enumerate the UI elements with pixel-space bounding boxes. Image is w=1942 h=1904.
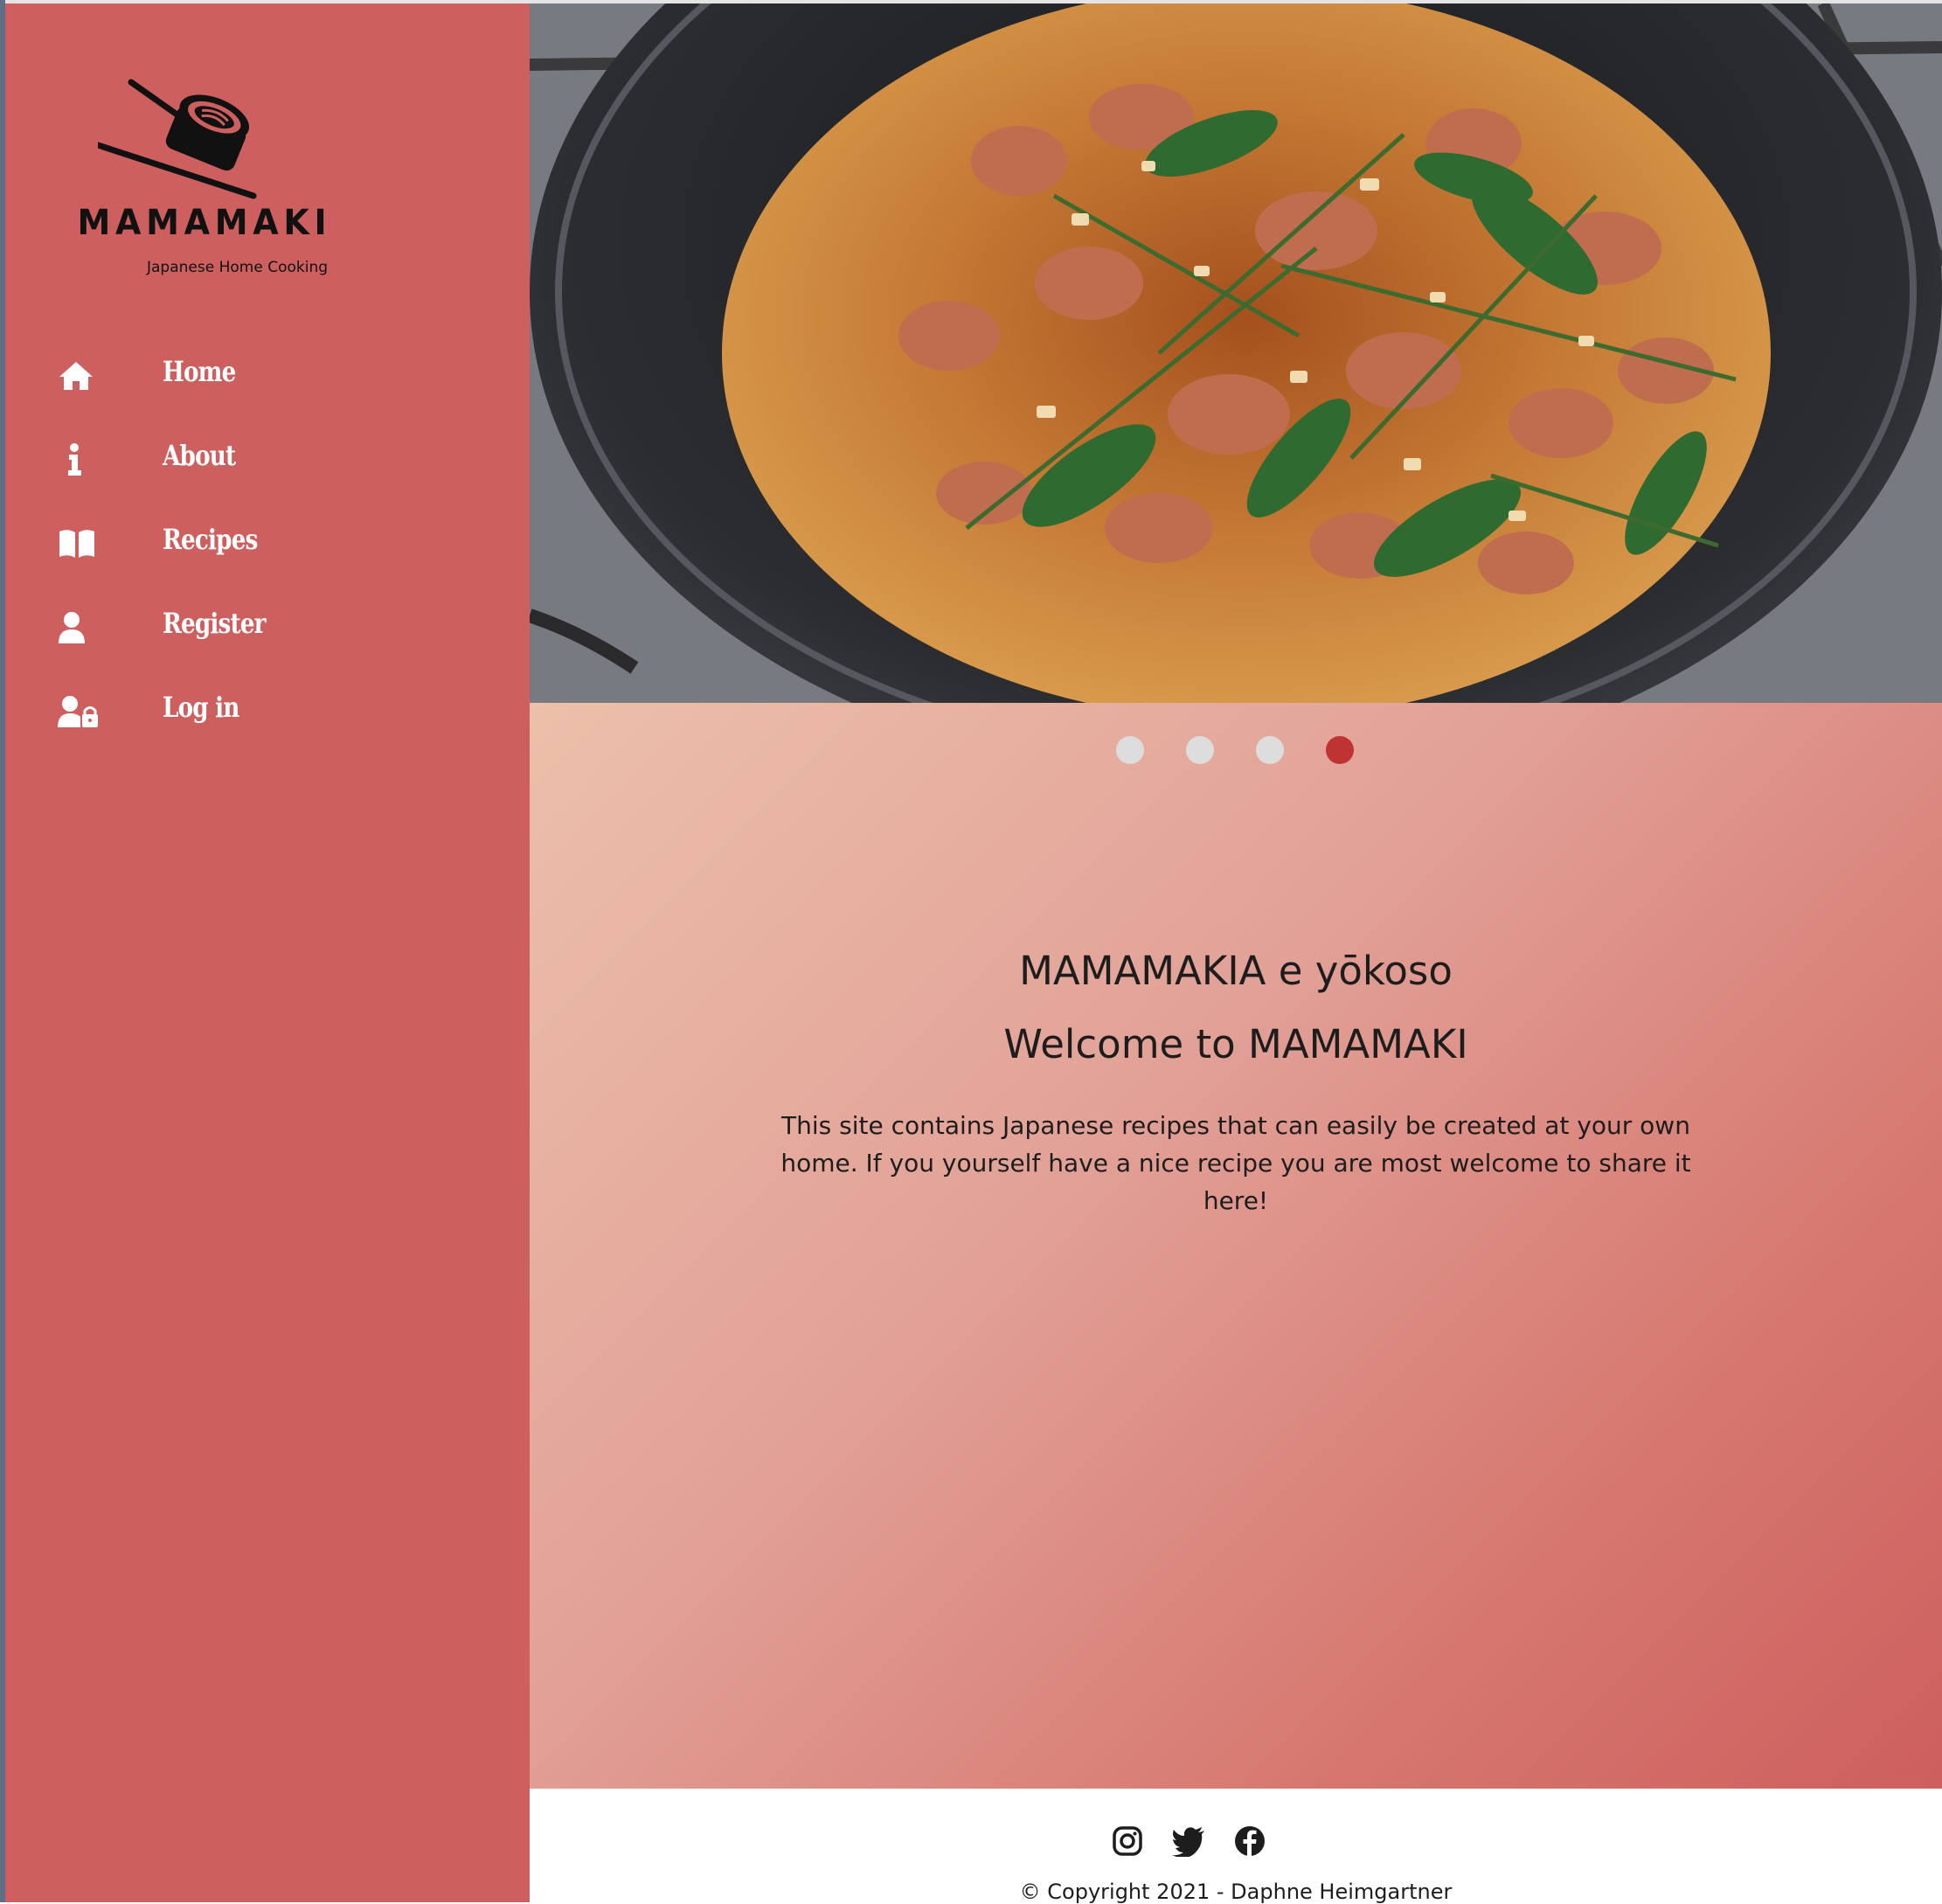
main-content: MAMAMAKIA e yōkoso Welcome to MAMAMAKI T… xyxy=(530,703,1942,1789)
nav-item-register[interactable]: Register xyxy=(58,601,477,654)
carousel-dot-1[interactable] xyxy=(1116,736,1144,764)
nav-label-about: About xyxy=(163,439,236,472)
brand-logo[interactable]: MAMAMAKI Japanese Home Cooking xyxy=(72,73,334,283)
welcome-heading-english: Welcome to MAMAMAKI xyxy=(1003,1021,1468,1067)
nav-item-about[interactable]: About xyxy=(58,434,477,486)
nav-label-recipes: Recipes xyxy=(163,523,258,556)
copyright-text: © Copyright 2021 - Daphne Heimgartner xyxy=(1019,1880,1453,1904)
footer: © Copyright 2021 - Daphne Heimgartner xyxy=(530,1789,1942,1904)
facebook-icon[interactable] xyxy=(1234,1825,1269,1860)
food-photo xyxy=(530,3,1942,703)
carousel-indicators xyxy=(530,736,1942,771)
carousel-dot-2[interactable] xyxy=(1186,736,1214,764)
user-lock-icon xyxy=(58,694,101,729)
welcome-heading-japanese: MAMAMAKIA e yōkoso xyxy=(1019,948,1453,994)
hero-carousel-image xyxy=(530,3,1942,703)
carousel-dot-4-active[interactable] xyxy=(1326,736,1354,764)
instagram-icon[interactable] xyxy=(1112,1825,1147,1860)
sidebar: MAMAMAKI Japanese Home Cooking Home Abou… xyxy=(5,3,530,1902)
nav-label-register: Register xyxy=(163,607,266,640)
nav-item-recipes[interactable]: Recipes xyxy=(58,518,477,570)
brand-tagline: Japanese Home Cooking xyxy=(147,259,329,276)
book-icon xyxy=(58,526,101,561)
info-icon xyxy=(58,442,101,477)
sushi-chopsticks-icon xyxy=(98,79,257,199)
nav-label-home: Home xyxy=(163,355,236,388)
social-links xyxy=(530,1825,1942,1860)
home-icon xyxy=(58,358,101,393)
brand-name: MAMAMAKI xyxy=(77,203,332,243)
twitter-icon[interactable] xyxy=(1171,1825,1206,1860)
intro-text: This site contains Japanese recipes that… xyxy=(780,1111,1691,1215)
user-icon xyxy=(58,610,101,645)
nav-label-login: Log in xyxy=(163,691,239,724)
carousel-dot-3[interactable] xyxy=(1256,736,1284,764)
nav-item-login[interactable]: Log in xyxy=(58,685,477,738)
nav-item-home[interactable]: Home xyxy=(58,350,477,402)
